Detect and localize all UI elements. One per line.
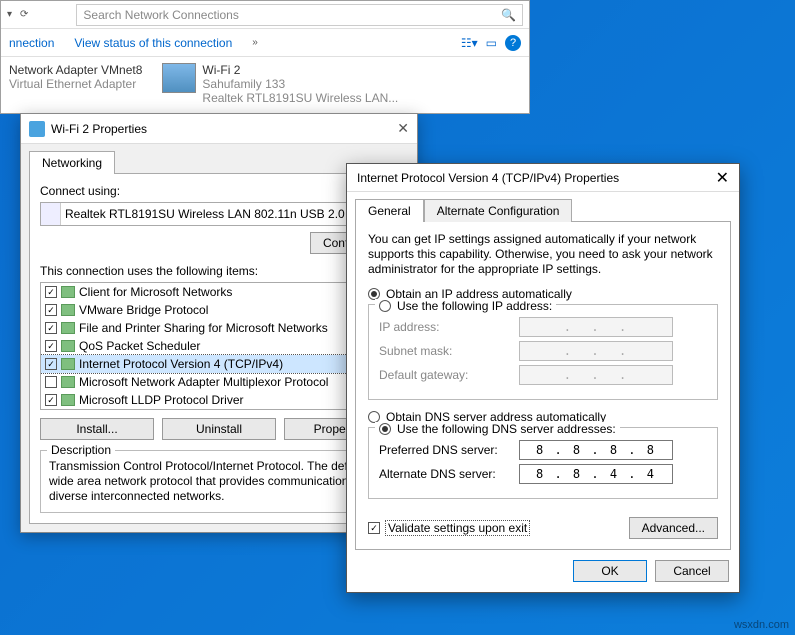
chevron-down-icon[interactable]: ▾ <box>7 9 12 20</box>
advanced-button[interactable]: Advanced... <box>629 517 718 539</box>
checkbox-icon[interactable] <box>45 376 57 388</box>
cancel-button[interactable]: Cancel <box>655 560 729 582</box>
list-item[interactable]: ✓ File and Printer Sharing for Microsoft … <box>41 319 397 337</box>
gateway-label: Default gateway: <box>379 368 519 382</box>
list-item[interactable]: Microsoft Network Adapter Multiplexor Pr… <box>41 373 397 391</box>
close-icon[interactable]: ✕ <box>397 120 409 137</box>
gateway-input: . . . <box>519 365 673 385</box>
list-item[interactable]: ✓ VMware Bridge Protocol <box>41 301 397 319</box>
dialog-titlebar: Internet Protocol Version 4 (TCP/IPv4) P… <box>347 164 739 192</box>
ipv4-properties-dialog: Internet Protocol Version 4 (TCP/IPv4) P… <box>346 163 740 593</box>
protocol-list[interactable]: ✓ Client for Microsoft Networks ✓ VMware Br… <box>40 282 398 410</box>
list-item[interactable]: ✓ QoS Packet Scheduler <box>41 337 397 355</box>
description-legend: Description <box>47 443 115 457</box>
dns-alternate-input[interactable]: 8 . 8 . 4 . 4 <box>519 464 673 484</box>
install-button[interactable]: Install... <box>40 418 154 440</box>
dns-preferred-input[interactable]: 8 . 8 . 8 . 8 <box>519 440 673 460</box>
search-icon: 🔍 <box>501 8 516 22</box>
protocol-icon <box>61 304 75 316</box>
menu-view-status[interactable]: View status of this connection <box>74 36 232 50</box>
checkbox-icon[interactable]: ✓ <box>45 286 57 298</box>
tab-alternate[interactable]: Alternate Configuration <box>424 199 573 222</box>
protocol-icon <box>61 394 75 406</box>
subnet-label: Subnet mask: <box>379 344 519 358</box>
network-icon <box>29 121 45 137</box>
menu-connection[interactable]: nnection <box>9 36 54 50</box>
close-icon[interactable]: ✕ <box>716 168 729 188</box>
checkbox-icon[interactable]: ✓ <box>45 358 57 370</box>
adapter-name: Network Adapter VMnet8 <box>9 63 142 77</box>
protocol-label: Internet Protocol Version 4 (TCP/IPv4) <box>79 357 283 371</box>
protocol-label: Client for Microsoft Networks <box>79 285 232 299</box>
subnet-input: . . . <box>519 341 673 361</box>
description-text: Transmission Control Protocol/Internet P… <box>49 459 389 504</box>
protocol-icon <box>61 358 75 370</box>
dialog-title: Wi-Fi 2 Properties <box>51 122 147 136</box>
tab-general[interactable]: General <box>355 199 424 222</box>
checkbox-icon[interactable]: ✓ <box>45 340 57 352</box>
intro-text: You can get IP settings assigned automat… <box>368 232 718 277</box>
protocol-label: File and Printer Sharing for Microsoft N… <box>79 321 328 335</box>
checkbox-icon[interactable]: ✓ <box>45 304 57 316</box>
adapter-device: Realtek RTL8191SU Wireless LAN... <box>202 91 398 105</box>
protocol-icon <box>61 286 75 298</box>
protocol-label: Microsoft Network Adapter Multiplexor Pr… <box>79 375 328 389</box>
adapter-sub: Virtual Ethernet Adapter <box>9 77 142 91</box>
protocol-icon <box>61 322 75 334</box>
wifi-adapter-icon <box>162 63 196 93</box>
adapter-vmnet8[interactable]: Network Adapter VMnet8 Virtual Ethernet … <box>9 63 142 105</box>
dns-preferred-label: Preferred DNS server: <box>379 443 519 457</box>
view-icon[interactable]: ☷▾ <box>461 36 478 50</box>
checkbox-icon[interactable]: ✓ <box>45 394 57 406</box>
adapter-name: Wi-Fi 2 <box>202 63 398 77</box>
list-item[interactable]: ✓ Client for Microsoft Networks <box>41 283 397 301</box>
details-icon[interactable]: ▭ <box>486 36 497 50</box>
command-bar: nnection View status of this connection … <box>1 29 529 57</box>
list-item[interactable]: ✓ Internet Protocol Version 4 (TCP/IPv4) <box>41 355 397 373</box>
protocol-label: QoS Packet Scheduler <box>79 339 200 353</box>
radio-icon <box>379 423 391 435</box>
ok-button[interactable]: OK <box>573 560 647 582</box>
protocol-icon <box>61 376 75 388</box>
search-input[interactable]: Search Network Connections 🔍 <box>76 4 523 26</box>
uninstall-button[interactable]: Uninstall <box>162 418 276 440</box>
validate-checkbox[interactable]: ✓ Validate settings upon exit <box>368 521 529 535</box>
ip-address-input: . . . <box>519 317 673 337</box>
network-connections-window: ▾ ⟳ Search Network Connections 🔍 nnectio… <box>0 0 530 114</box>
checkbox-icon: ✓ <box>368 522 380 534</box>
radio-dns-manual[interactable]: Use the following DNS server addresses: <box>375 422 620 436</box>
dialog-title: Internet Protocol Version 4 (TCP/IPv4) P… <box>357 171 619 185</box>
address-bar: ▾ ⟳ Search Network Connections 🔍 <box>1 1 529 29</box>
protocol-label: Microsoft LLDP Protocol Driver <box>79 393 244 407</box>
adapter-wifi2[interactable]: Wi-Fi 2 Sahufamily 133 Realtek RTL8191SU… <box>162 63 398 105</box>
checkbox-icon[interactable]: ✓ <box>45 322 57 334</box>
list-item[interactable]: ✓ Microsoft LLDP Protocol Driver <box>41 391 397 409</box>
dialog-titlebar: Wi-Fi 2 Properties ✕ <box>21 114 417 144</box>
adapter-ssid: Sahufamily 133 <box>202 77 398 91</box>
chevron-right-icon[interactable]: » <box>252 37 258 48</box>
dns-alternate-label: Alternate DNS server: <box>379 467 519 481</box>
protocol-icon <box>61 340 75 352</box>
refresh-icon[interactable]: ⟳ <box>20 9 28 20</box>
items-label: This connection uses the following items… <box>40 264 398 278</box>
help-icon[interactable]: ? <box>505 35 521 51</box>
radio-ip-manual[interactable]: Use the following IP address: <box>375 299 556 313</box>
adapter-combo[interactable]: Realtek RTL8191SU Wireless LAN 802.11n U… <box>40 202 398 226</box>
tab-networking[interactable]: Networking <box>29 151 115 174</box>
watermark: wsxdn.com <box>734 619 789 631</box>
ip-address-label: IP address: <box>379 320 519 334</box>
adapter-icon <box>41 203 61 225</box>
protocol-label: VMware Bridge Protocol <box>79 303 208 317</box>
radio-icon <box>379 300 391 312</box>
connect-using-label: Connect using: <box>40 184 398 198</box>
search-placeholder: Search Network Connections <box>83 8 238 22</box>
